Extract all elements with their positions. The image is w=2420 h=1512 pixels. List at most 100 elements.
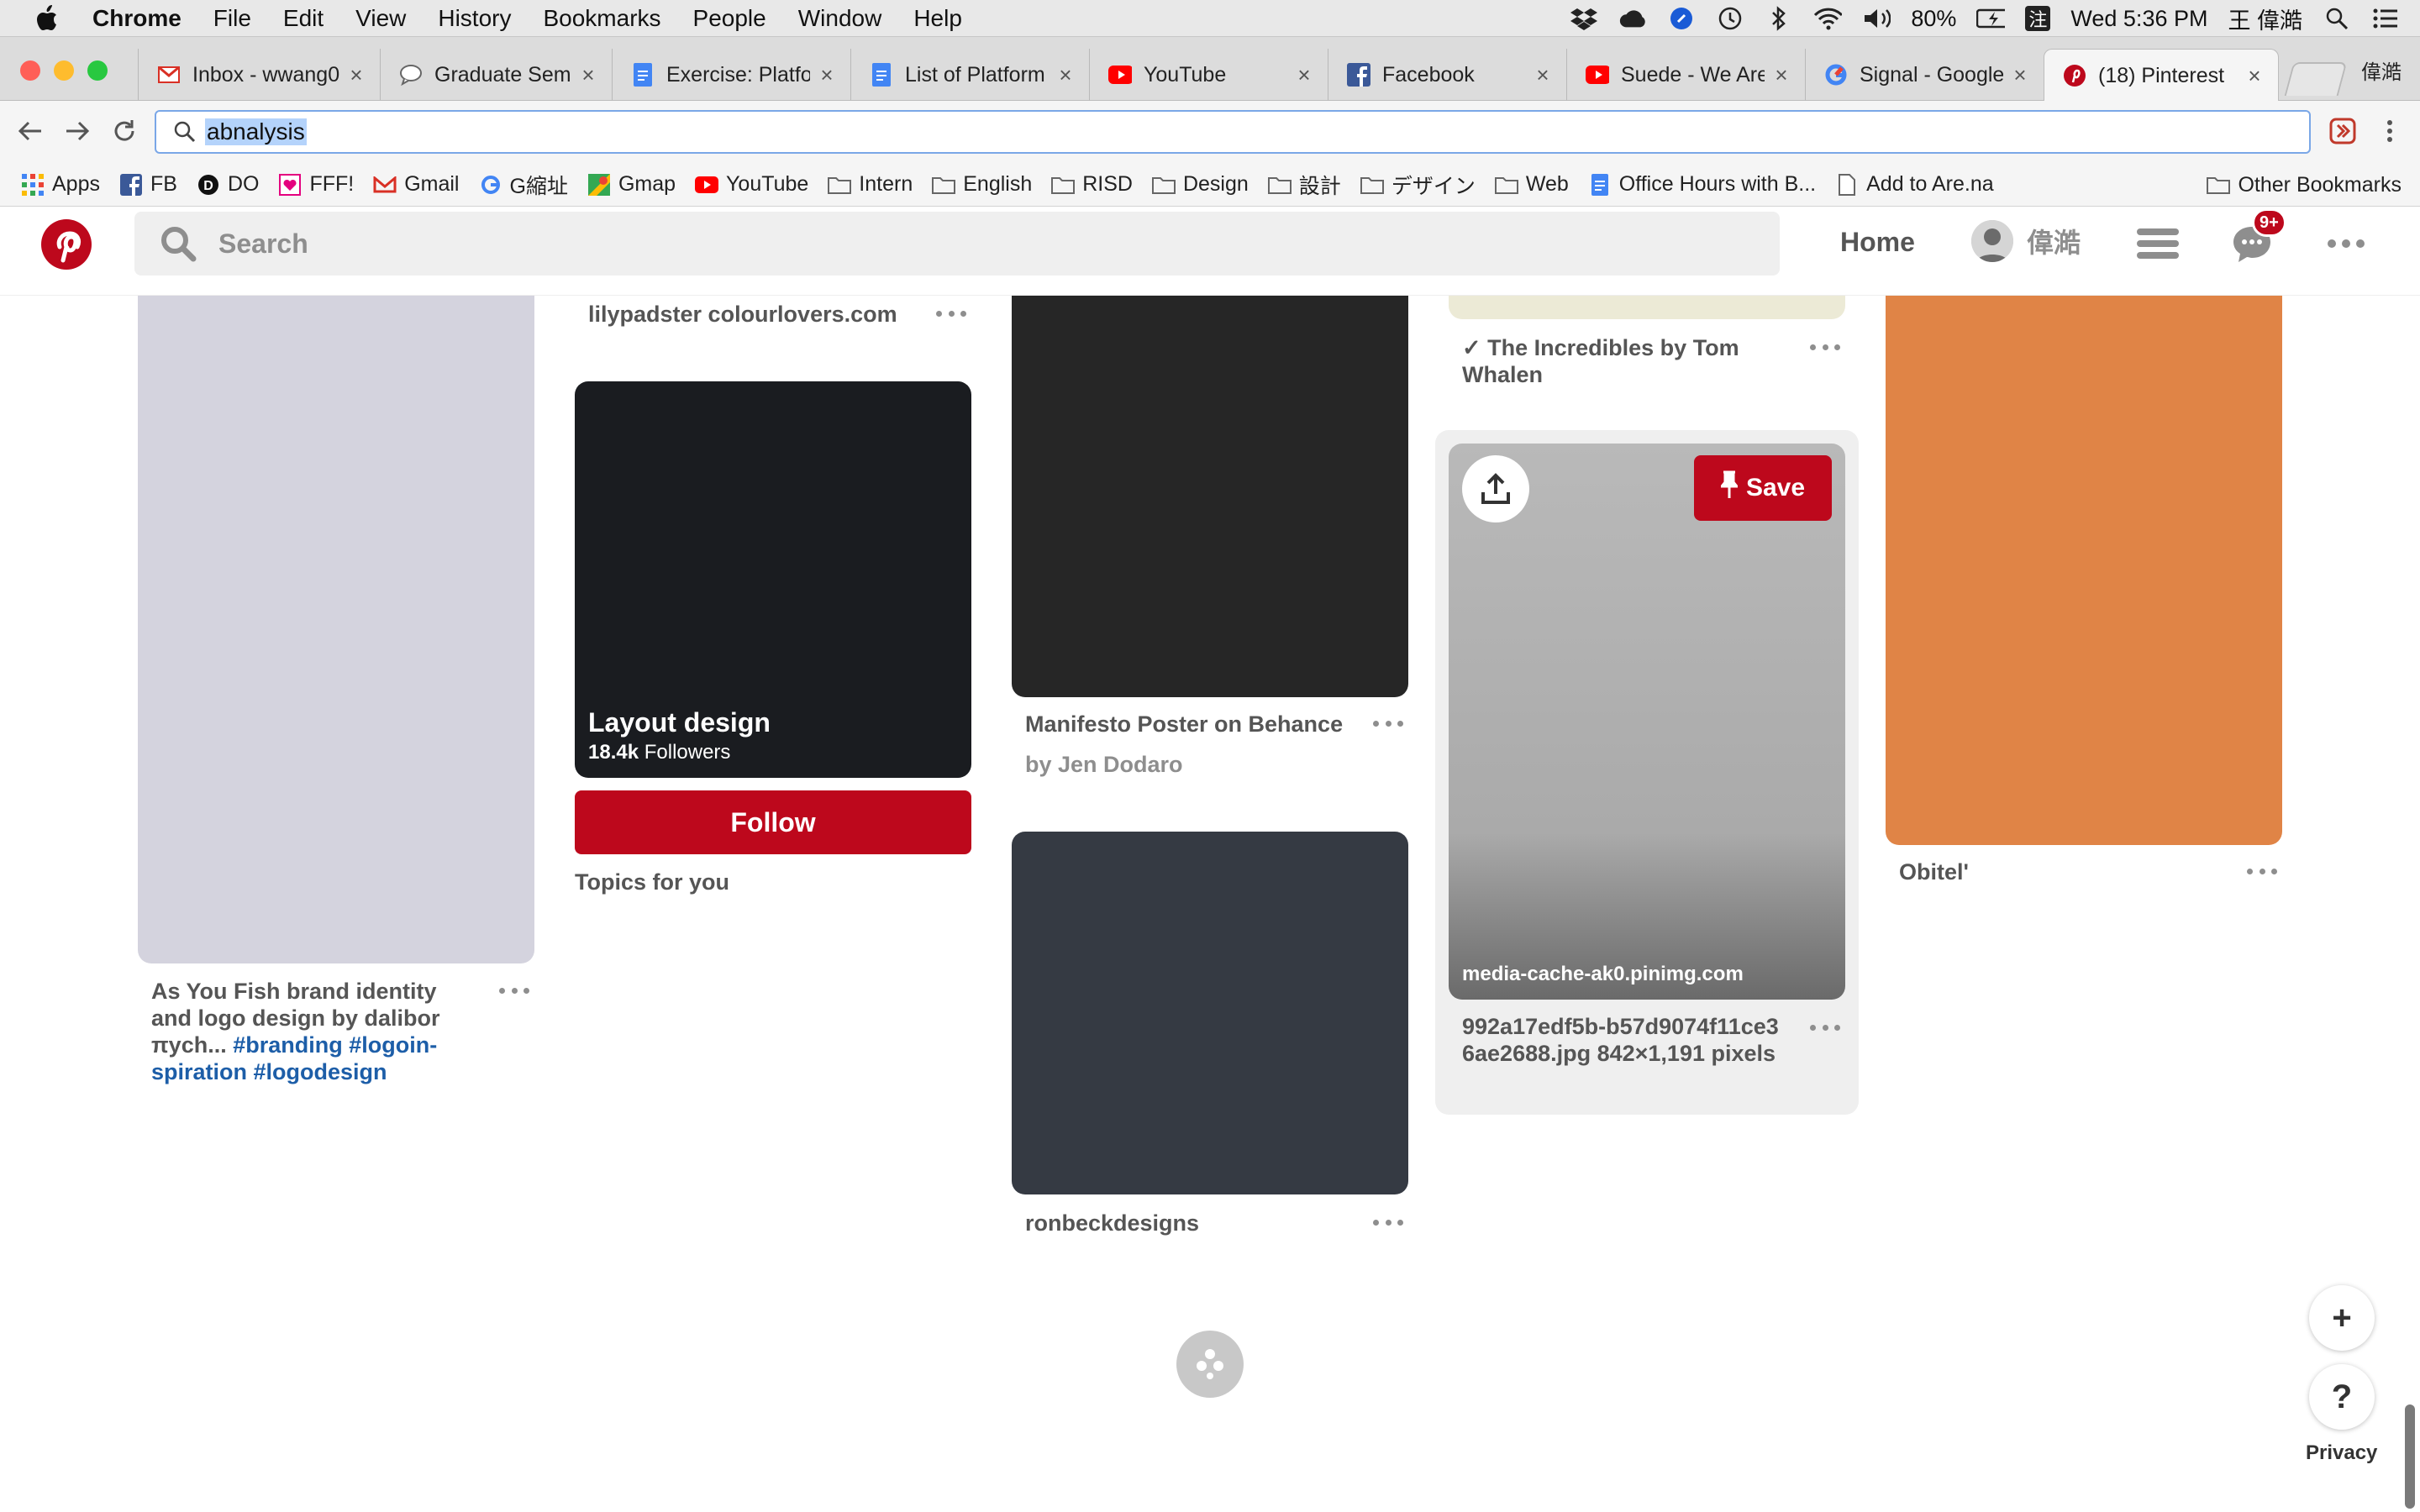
back-arrow-icon[interactable] xyxy=(13,114,47,148)
more-dots-icon[interactable] xyxy=(2247,865,2277,877)
tab-list-of-platform[interactable]: List of Platform × xyxy=(850,49,1089,101)
volume-icon[interactable] xyxy=(1862,6,1891,31)
notification-center-icon[interactable] xyxy=(2371,6,2400,31)
pin-image-incredibles[interactable] xyxy=(1449,296,1845,319)
pin-title-992a17[interactable]: 992a17edf5b-b57d9074f11ce36ae2688.jpg 84… xyxy=(1462,1013,1781,1067)
forward-arrow-icon[interactable] xyxy=(60,114,94,148)
tab-close-icon[interactable]: × xyxy=(2010,64,2030,86)
bookmark-folder-risd[interactable]: RISD xyxy=(1050,172,1133,197)
tab-graduate-seminar[interactable]: Graduate Semin × xyxy=(380,49,612,101)
pin-image-obitel[interactable] xyxy=(1886,296,2282,845)
menu-view[interactable]: View xyxy=(355,5,406,32)
pin-image-992a17[interactable] xyxy=(1449,444,1845,1000)
shazam-icon[interactable] xyxy=(1667,6,1696,31)
tab-close-icon[interactable]: × xyxy=(1533,64,1553,86)
pinterest-search-input[interactable] xyxy=(218,228,1647,260)
more-dots-icon[interactable] xyxy=(499,984,529,996)
bookmark-folder-intern[interactable]: Intern xyxy=(827,172,913,197)
extension-icon[interactable] xyxy=(2326,114,2360,148)
reload-icon[interactable] xyxy=(108,114,141,148)
window-zoom-button[interactable] xyxy=(87,60,108,81)
tab-suede[interactable]: Suede - We Are × xyxy=(1566,49,1805,101)
save-button[interactable]: Save xyxy=(1694,455,1832,521)
tab-close-icon[interactable]: × xyxy=(1771,64,1791,86)
bookmark-apps[interactable]: Apps xyxy=(20,172,100,197)
tab-gmail[interactable]: Inbox - wwang0 × xyxy=(138,49,380,101)
pinterest-search-box[interactable] xyxy=(134,212,1780,276)
pin-source-domain[interactable]: media-cache-ak0.pinimg.com xyxy=(1462,963,1744,986)
menu-file[interactable]: File xyxy=(213,5,251,32)
menu-history[interactable]: History xyxy=(438,5,511,32)
bookmark-fff[interactable]: FFF! xyxy=(277,172,354,197)
pin-title-ronbeck[interactable]: ronbeckdesigns xyxy=(1025,1210,1199,1236)
boards-menu-icon[interactable] xyxy=(2134,220,2181,267)
more-dots-icon[interactable] xyxy=(936,307,966,319)
pin-attribution[interactable]: by Jen Dodaro xyxy=(1025,751,1183,778)
tab-youtube[interactable]: YouTube × xyxy=(1089,49,1328,101)
bookmark-folder-dezain[interactable]: デザイン xyxy=(1360,170,1476,200)
tab-close-icon[interactable]: × xyxy=(346,64,366,86)
dropbox-icon[interactable] xyxy=(1570,6,1598,31)
privacy-link[interactable]: Privacy xyxy=(2306,1441,2377,1465)
tab-signal-google[interactable]: Signal - Google × xyxy=(1805,49,2044,101)
input-method-icon[interactable]: 注 xyxy=(2025,6,2051,31)
bookmark-other[interactable]: Other Bookmarks xyxy=(2206,163,2402,207)
pin-caption-lilypadster[interactable]: lilypadster colourlovers.com xyxy=(588,301,897,328)
profile-link[interactable]: 偉澔 xyxy=(1971,220,2081,262)
creative-cloud-icon[interactable] xyxy=(1618,6,1647,31)
tab-close-icon[interactable]: × xyxy=(2244,65,2265,87)
scrollbar-thumb[interactable] xyxy=(2405,1404,2415,1509)
bookmark-folder-web[interactable]: Web xyxy=(1494,172,1569,197)
menubar-user[interactable]: 王 偉澔 xyxy=(2228,3,2302,35)
window-close-button[interactable] xyxy=(20,60,40,81)
bookmark-folder-sheji[interactable]: 設計 xyxy=(1267,170,1341,200)
wifi-icon[interactable] xyxy=(1813,6,1843,31)
more-dots-icon[interactable] xyxy=(1373,717,1403,729)
battery-charging-icon[interactable] xyxy=(1976,6,2006,31)
help-button[interactable]: ? xyxy=(2309,1364,2375,1430)
bookmark-office-hours[interactable]: Office Hours with B... xyxy=(1587,172,1816,197)
tab-close-icon[interactable]: × xyxy=(817,64,837,86)
bookmark-g-shortener[interactable]: G縮址 xyxy=(478,170,568,200)
pinterest-logo-icon[interactable] xyxy=(40,218,92,270)
tab-close-icon[interactable]: × xyxy=(1294,64,1314,86)
new-tab-button[interactable] xyxy=(2284,62,2348,96)
bookmark-add-to-arena[interactable]: Add to Are.na xyxy=(1834,172,1994,197)
menu-window[interactable]: Window xyxy=(798,5,882,32)
pin-image-as-you-fish[interactable] xyxy=(138,296,534,963)
tab-exercise-platform[interactable]: Exercise: Platfo × xyxy=(612,49,850,101)
spotlight-icon[interactable] xyxy=(2323,6,2351,31)
window-minimize-button[interactable] xyxy=(54,60,74,81)
bookmark-gmail[interactable]: Gmail xyxy=(372,172,460,197)
more-options-icon[interactable] xyxy=(2323,220,2370,267)
menubar-clock[interactable]: Wed 5:36 PM xyxy=(2070,6,2207,32)
home-link[interactable]: Home xyxy=(1840,227,1915,258)
pin-image-manifesto-poster[interactable] xyxy=(1012,296,1408,697)
bookmark-folder-english[interactable]: English xyxy=(931,172,1032,197)
more-dots-icon[interactable] xyxy=(1810,341,1840,353)
tab-pinterest[interactable]: (18) Pinterest × xyxy=(2044,49,2279,102)
pin-title-incredibles[interactable]: ✓ The Incredibles by Tom Whalen xyxy=(1462,334,1781,388)
menu-bookmarks[interactable]: Bookmarks xyxy=(543,5,660,32)
pin-title-manifesto[interactable]: Manifesto Poster on Behance xyxy=(1025,711,1343,738)
tab-facebook[interactable]: Facebook × xyxy=(1328,49,1566,101)
bookmark-folder-design[interactable]: Design xyxy=(1151,172,1249,197)
bookmark-do[interactable]: D DO xyxy=(196,172,259,197)
more-dots-icon[interactable] xyxy=(1810,1021,1840,1033)
pin-title-as-you-fish[interactable]: As You Fish brand identity and logo desi… xyxy=(151,978,471,1085)
profile-label[interactable]: 偉澔 xyxy=(2361,55,2402,85)
pin-image-ronbeck[interactable] xyxy=(1012,832,1408,1194)
menu-app-name[interactable]: Chrome xyxy=(92,5,182,32)
chrome-menu-icon[interactable] xyxy=(2373,114,2407,148)
menu-edit[interactable]: Edit xyxy=(283,5,324,32)
share-upload-icon[interactable] xyxy=(1462,455,1529,522)
bookmark-fb[interactable]: FB xyxy=(118,172,177,197)
address-bar-value[interactable]: abnalysis xyxy=(205,118,307,145)
bookmark-gmap[interactable]: Gmap xyxy=(587,172,676,197)
apple-menu-icon[interactable] xyxy=(34,4,67,33)
follow-button[interactable]: Follow xyxy=(575,790,971,854)
bluetooth-icon[interactable] xyxy=(1765,6,1793,31)
address-bar[interactable]: abnalysis xyxy=(155,110,2311,154)
bookmark-youtube[interactable]: YouTube xyxy=(694,172,808,197)
menu-people[interactable]: People xyxy=(693,5,766,32)
